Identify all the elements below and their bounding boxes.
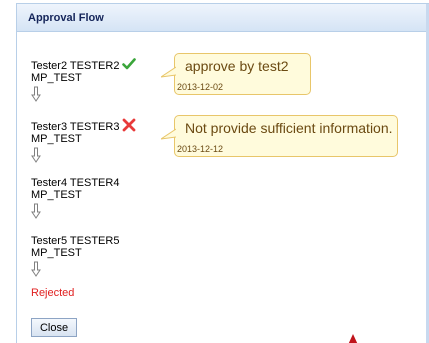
approver-department: MP_TEST — [31, 189, 82, 201]
x-icon — [123, 118, 136, 132]
approver-department: MP_TEST — [31, 247, 82, 259]
approver-department: MP_TEST — [31, 72, 82, 84]
bubble-tail — [161, 128, 176, 140]
approval-step: Tester4 TESTER4 MP_TEST — [31, 177, 119, 219]
down-arrow-icon — [31, 261, 41, 277]
approval-step: Tester2 TESTER2 MP_TEST — [31, 57, 137, 102]
comment-text: Not provide sufficient information. — [185, 120, 393, 136]
comment-date: 2013-12-12 — [177, 144, 224, 154]
approver-name: Tester3 TESTER3 — [31, 121, 120, 133]
final-status-label: Rejected — [31, 287, 75, 299]
mouse-cursor-icon — [348, 334, 358, 343]
down-arrow-icon — [31, 203, 41, 219]
close-button[interactable]: Close — [31, 318, 77, 337]
checkmark-icon — [122, 58, 137, 70]
approver-name: Tester2 TESTER2 — [31, 60, 120, 72]
comment-date: 2013-12-02 — [177, 82, 224, 92]
panel-title: Approval Flow — [17, 4, 429, 32]
approval-step: Tester5 TESTER5 MP_TEST — [31, 235, 119, 277]
down-arrow-icon — [31, 147, 41, 163]
approval-flow-panel: Approval Flow Tester2 TESTER2 MP_TEST ap… — [16, 3, 429, 343]
down-arrow-icon — [31, 86, 41, 102]
bubble-tail — [161, 66, 176, 78]
approver-department: MP_TEST — [31, 133, 82, 145]
approval-step: Tester3 TESTER3 MP_TEST — [31, 118, 136, 163]
comment-text: approve by test2 — [185, 58, 289, 74]
comment-bubble: approve by test2 2013-12-02 — [161, 53, 311, 95]
comment-bubble: Not provide sufficient information. 2013… — [161, 115, 398, 157]
approver-name: Tester5 TESTER5 — [31, 235, 120, 247]
approver-name: Tester4 TESTER4 — [31, 177, 120, 189]
